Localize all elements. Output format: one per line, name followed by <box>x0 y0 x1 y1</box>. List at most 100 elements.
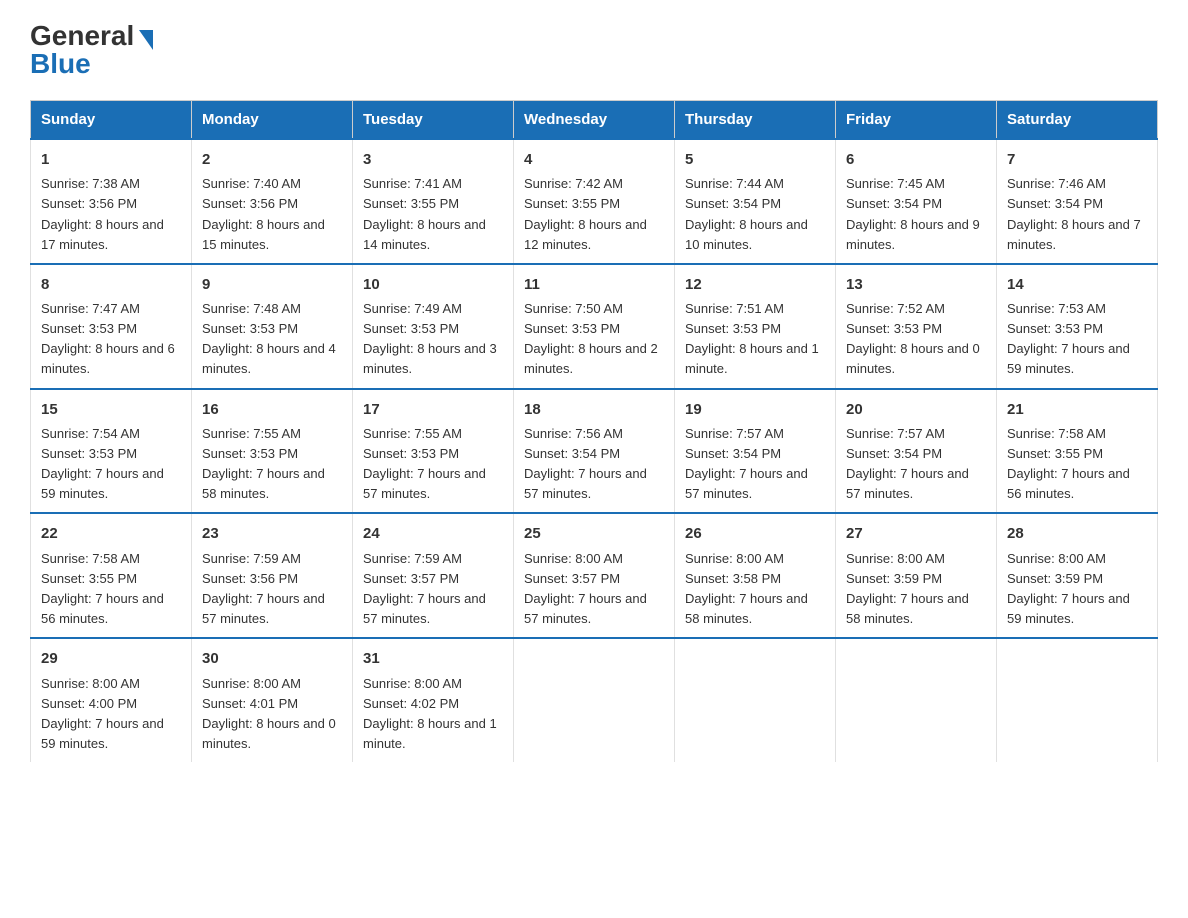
calendar-day-cell: 20Sunrise: 7:57 AMSunset: 3:54 PMDayligh… <box>836 389 997 514</box>
day-info: Sunrise: 7:55 AMSunset: 3:53 PMDaylight:… <box>202 426 325 501</box>
day-info: Sunrise: 7:49 AMSunset: 3:53 PMDaylight:… <box>363 301 497 376</box>
day-number: 18 <box>524 398 664 421</box>
calendar-day-cell: 26 Sunrise: 8:00 AMSunset: 3:58 PMDayligh… <box>675 513 836 638</box>
calendar-day-cell <box>836 638 997 762</box>
calendar-body: 1 Sunrise: 7:38 AMSunset: 3:56 PMDaylight… <box>31 139 1158 762</box>
day-info: Sunrise: 7:58 AMSunset: 3:55 PMDaylight:… <box>41 551 164 626</box>
calendar-day-cell: 6Sunrise: 7:45 AMSunset: 3:54 PMDaylight… <box>836 139 997 264</box>
calendar-day-cell: 5 Sunrise: 7:44 AMSunset: 3:54 PMDaylight… <box>675 139 836 264</box>
calendar-day-cell: 14 Sunrise: 7:53 AMSunset: 3:53 PMDayligh… <box>997 264 1158 389</box>
day-info: Sunrise: 8:00 AMSunset: 3:59 PMDaylight:… <box>846 551 969 626</box>
logo-blue-text: Blue <box>30 48 91 80</box>
calendar-day-cell: 19 Sunrise: 7:57 AMSunset: 3:54 PMDayligh… <box>675 389 836 514</box>
day-info: Sunrise: 7:56 AMSunset: 3:54 PMDaylight:… <box>524 426 647 501</box>
calendar-day-cell: 12 Sunrise: 7:51 AMSunset: 3:53 PMDayligh… <box>675 264 836 389</box>
day-number: 24 <box>363 522 503 545</box>
calendar-day-cell <box>997 638 1158 762</box>
weekday-header-cell: Wednesday <box>514 101 675 140</box>
day-number: 7 <box>1007 148 1147 171</box>
day-number: 23 <box>202 522 342 545</box>
weekday-header-cell: Friday <box>836 101 997 140</box>
calendar-day-cell: 13Sunrise: 7:52 AMSunset: 3:53 PMDayligh… <box>836 264 997 389</box>
day-number: 25 <box>524 522 664 545</box>
calendar-day-cell: 11 Sunrise: 7:50 AMSunset: 3:53 PMDayligh… <box>514 264 675 389</box>
day-info: Sunrise: 7:48 AMSunset: 3:53 PMDaylight:… <box>202 301 336 376</box>
day-info: Sunrise: 8:00 AMSunset: 4:00 PMDaylight:… <box>41 676 164 751</box>
day-number: 16 <box>202 398 342 421</box>
day-info: Sunrise: 8:00 AMSunset: 4:02 PMDaylight:… <box>363 676 497 751</box>
calendar-day-cell <box>675 638 836 762</box>
day-info: Sunrise: 8:00 AMSunset: 4:01 PMDaylight:… <box>202 676 336 751</box>
calendar-day-cell <box>514 638 675 762</box>
weekday-header-row: SundayMondayTuesdayWednesdayThursdayFrid… <box>31 101 1158 140</box>
day-info: Sunrise: 7:44 AMSunset: 3:54 PMDaylight:… <box>685 176 808 251</box>
day-number: 19 <box>685 398 825 421</box>
day-number: 13 <box>846 273 986 296</box>
calendar-week-row: 15 Sunrise: 7:54 AMSunset: 3:53 PMDayligh… <box>31 389 1158 514</box>
calendar-day-cell: 7 Sunrise: 7:46 AMSunset: 3:54 PMDaylight… <box>997 139 1158 264</box>
day-number: 26 <box>685 522 825 545</box>
calendar-day-cell: 29 Sunrise: 8:00 AMSunset: 4:00 PMDayligh… <box>31 638 192 762</box>
day-number: 4 <box>524 148 664 171</box>
day-info: Sunrise: 7:59 AMSunset: 3:57 PMDaylight:… <box>363 551 486 626</box>
weekday-header-cell: Tuesday <box>353 101 514 140</box>
day-number: 6 <box>846 148 986 171</box>
day-info: Sunrise: 7:40 AMSunset: 3:56 PMDaylight:… <box>202 176 325 251</box>
day-number: 12 <box>685 273 825 296</box>
day-info: Sunrise: 7:41 AMSunset: 3:55 PMDaylight:… <box>363 176 486 251</box>
day-info: Sunrise: 7:53 AMSunset: 3:53 PMDaylight:… <box>1007 301 1130 376</box>
day-number: 20 <box>846 398 986 421</box>
logo-arrow-icon <box>139 30 153 50</box>
day-number: 5 <box>685 148 825 171</box>
calendar-day-cell: 24 Sunrise: 7:59 AMSunset: 3:57 PMDayligh… <box>353 513 514 638</box>
day-number: 8 <box>41 273 181 296</box>
calendar-day-cell: 2 Sunrise: 7:40 AMSunset: 3:56 PMDaylight… <box>192 139 353 264</box>
day-number: 10 <box>363 273 503 296</box>
day-number: 29 <box>41 647 181 670</box>
calendar-table: SundayMondayTuesdayWednesdayThursdayFrid… <box>30 100 1158 762</box>
day-info: Sunrise: 7:38 AMSunset: 3:56 PMDaylight:… <box>41 176 164 251</box>
calendar-day-cell: 16 Sunrise: 7:55 AMSunset: 3:53 PMDayligh… <box>192 389 353 514</box>
calendar-week-row: 22Sunrise: 7:58 AMSunset: 3:55 PMDayligh… <box>31 513 1158 638</box>
calendar-day-cell: 23Sunrise: 7:59 AMSunset: 3:56 PMDayligh… <box>192 513 353 638</box>
day-number: 2 <box>202 148 342 171</box>
day-info: Sunrise: 7:46 AMSunset: 3:54 PMDaylight:… <box>1007 176 1141 251</box>
weekday-header-cell: Thursday <box>675 101 836 140</box>
weekday-header-cell: Sunday <box>31 101 192 140</box>
calendar-day-cell: 27 Sunrise: 8:00 AMSunset: 3:59 PMDayligh… <box>836 513 997 638</box>
day-info: Sunrise: 7:54 AMSunset: 3:53 PMDaylight:… <box>41 426 164 501</box>
day-number: 17 <box>363 398 503 421</box>
calendar-day-cell: 18 Sunrise: 7:56 AMSunset: 3:54 PMDayligh… <box>514 389 675 514</box>
day-number: 1 <box>41 148 181 171</box>
day-number: 31 <box>363 647 503 670</box>
day-info: Sunrise: 8:00 AMSunset: 3:57 PMDaylight:… <box>524 551 647 626</box>
day-info: Sunrise: 7:57 AMSunset: 3:54 PMDaylight:… <box>685 426 808 501</box>
calendar-day-cell: 21Sunrise: 7:58 AMSunset: 3:55 PMDayligh… <box>997 389 1158 514</box>
day-info: Sunrise: 8:00 AMSunset: 3:59 PMDaylight:… <box>1007 551 1130 626</box>
day-number: 27 <box>846 522 986 545</box>
weekday-header-cell: Saturday <box>997 101 1158 140</box>
day-info: Sunrise: 7:50 AMSunset: 3:53 PMDaylight:… <box>524 301 658 376</box>
calendar-week-row: 1 Sunrise: 7:38 AMSunset: 3:56 PMDaylight… <box>31 139 1158 264</box>
calendar-day-cell: 1 Sunrise: 7:38 AMSunset: 3:56 PMDaylight… <box>31 139 192 264</box>
day-info: Sunrise: 7:51 AMSunset: 3:53 PMDaylight:… <box>685 301 819 376</box>
weekday-header-cell: Monday <box>192 101 353 140</box>
day-number: 21 <box>1007 398 1147 421</box>
calendar-day-cell: 3Sunrise: 7:41 AMSunset: 3:55 PMDaylight… <box>353 139 514 264</box>
calendar-day-cell: 28Sunrise: 8:00 AMSunset: 3:59 PMDayligh… <box>997 513 1158 638</box>
day-number: 9 <box>202 273 342 296</box>
day-info: Sunrise: 7:42 AMSunset: 3:55 PMDaylight:… <box>524 176 647 251</box>
calendar-week-row: 29 Sunrise: 8:00 AMSunset: 4:00 PMDayligh… <box>31 638 1158 762</box>
calendar-day-cell: 4 Sunrise: 7:42 AMSunset: 3:55 PMDaylight… <box>514 139 675 264</box>
day-number: 30 <box>202 647 342 670</box>
calendar-day-cell: 15 Sunrise: 7:54 AMSunset: 3:53 PMDayligh… <box>31 389 192 514</box>
day-number: 11 <box>524 273 664 296</box>
calendar-day-cell: 31 Sunrise: 8:00 AMSunset: 4:02 PMDayligh… <box>353 638 514 762</box>
calendar-day-cell: 30 Sunrise: 8:00 AMSunset: 4:01 PMDayligh… <box>192 638 353 762</box>
day-number: 14 <box>1007 273 1147 296</box>
day-info: Sunrise: 7:55 AMSunset: 3:53 PMDaylight:… <box>363 426 486 501</box>
calendar-day-cell: 17 Sunrise: 7:55 AMSunset: 3:53 PMDayligh… <box>353 389 514 514</box>
day-number: 15 <box>41 398 181 421</box>
day-info: Sunrise: 8:00 AMSunset: 3:58 PMDaylight:… <box>685 551 808 626</box>
calendar-day-cell: 22Sunrise: 7:58 AMSunset: 3:55 PMDayligh… <box>31 513 192 638</box>
